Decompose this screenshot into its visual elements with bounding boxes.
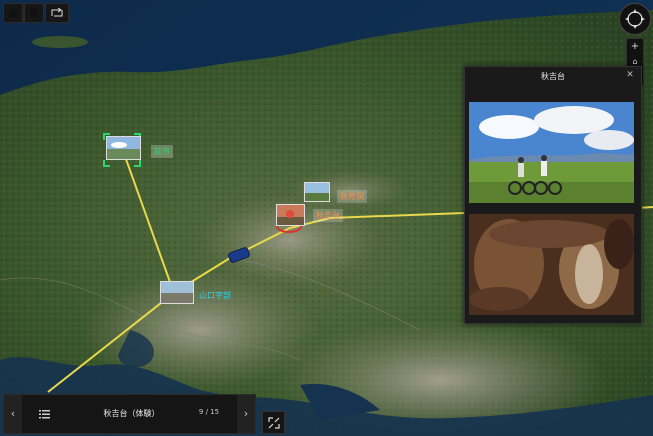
fullscreen-icon	[267, 416, 280, 429]
pin-thumbnail-ube[interactable]	[160, 281, 194, 304]
fullscreen-button[interactable]	[262, 411, 285, 434]
cave-photo	[469, 214, 634, 315]
toolbar-button-1[interactable]	[3, 3, 23, 23]
panel-title: 秋吉台	[541, 72, 565, 81]
landscape-photo	[161, 282, 193, 303]
story-navigation-bar: ‹ 秋吉台（体験） 9 / 15 ›	[3, 394, 256, 434]
compass-icon	[625, 9, 645, 29]
landscape-photo	[107, 137, 140, 159]
toolbar-button-2[interactable]	[24, 3, 44, 23]
story-counter: 9 / 15	[198, 408, 220, 416]
detail-panel: 秋吉台 ✕	[464, 66, 642, 324]
close-icon[interactable]: ✕	[624, 68, 636, 82]
photo-cave[interactable]	[469, 214, 634, 315]
pin-thumbnail-akiyoshido[interactable]	[304, 182, 330, 202]
pin-label-hagi[interactable]: 萩市	[151, 145, 173, 158]
list-icon[interactable]	[39, 408, 51, 420]
pin-label-ube[interactable]: 山口宇部	[196, 289, 234, 302]
compass-control[interactable]	[619, 3, 651, 35]
pin-label-akiyoshidai[interactable]: 秋吉台	[313, 209, 343, 222]
photo-cyclists[interactable]	[469, 102, 634, 203]
pin-thumbnail-hagi[interactable]	[106, 136, 141, 160]
route-button[interactable]	[45, 3, 69, 23]
cyclists-photo	[469, 102, 634, 203]
landscape-photo	[305, 183, 329, 201]
landscape-photo	[277, 205, 304, 225]
zoom-in-button[interactable]: +	[627, 39, 643, 54]
pin-thumbnail-akiyoshidai[interactable]	[276, 204, 305, 226]
route-icon	[51, 8, 63, 17]
pin-label-akiyoshido[interactable]: 秋芳洞	[337, 190, 367, 203]
chevron-left-icon[interactable]: ‹	[4, 395, 22, 433]
story-title: 秋吉台（体験）	[103, 409, 160, 418]
chevron-right-icon[interactable]: ›	[237, 395, 255, 433]
